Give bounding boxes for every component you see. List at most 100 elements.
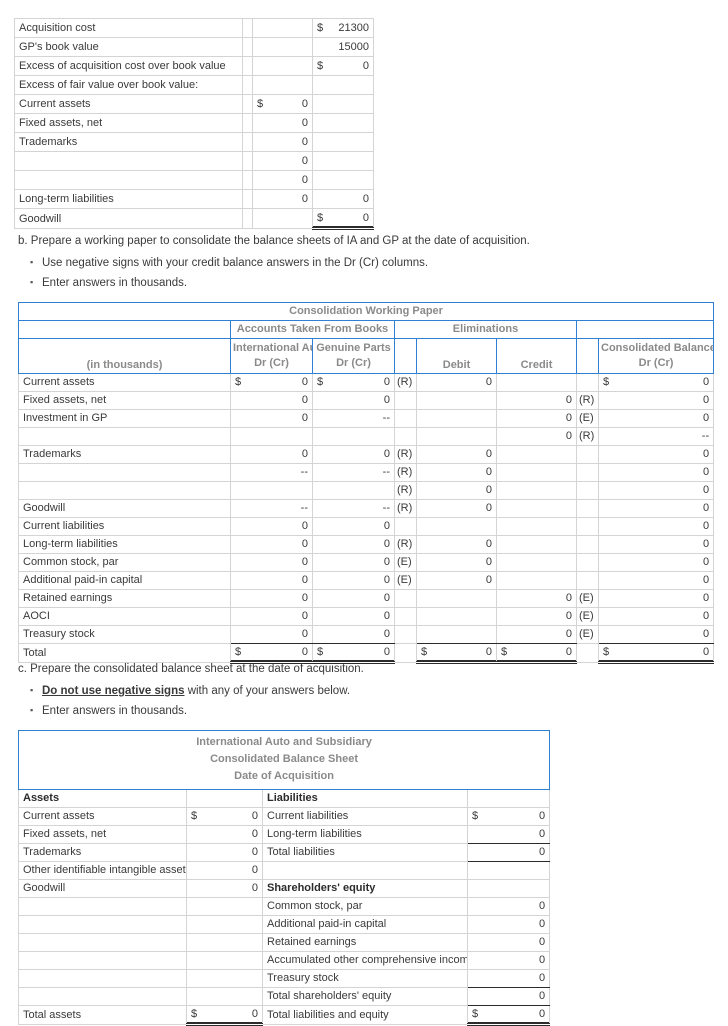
credit-amount [508,553,577,572]
debit-amount [428,427,497,446]
amount-col-2 [312,94,374,114]
debit-key: (R) [394,445,417,464]
ia-currency [230,607,243,626]
liability-label: Total liabilities [262,843,468,862]
credit-key [576,553,599,572]
asset-label [18,915,187,934]
gp-amount: 0 [324,535,395,554]
row-spacer [242,18,253,38]
credit-key [576,499,599,518]
debit-key: (R) [394,499,417,518]
row-label [18,427,231,446]
debit-currency [416,535,429,554]
working-paper-title: Consolidation Working Paper [17,302,715,321]
amount-col-2 [312,170,374,190]
debit-currency [416,517,429,536]
debit-amount: 0 [428,499,497,518]
gp-amount: 0 [324,625,395,644]
cons-amount: 0 [610,535,715,554]
amount-col-1: 0 [252,113,313,133]
debit-amount: 0 [428,481,497,500]
asset-label: Fixed assets, net [18,825,187,844]
gp-currency [312,481,325,500]
ia-currency [230,535,243,554]
amount-col-1 [252,56,313,76]
gp-currency [312,625,325,644]
cons-currency [598,427,611,446]
working-paper-group-row: Accounts Taken From Books Eliminations [18,320,715,339]
row-label: Additional paid-in capital [18,571,231,590]
gp-amount: 0 [324,643,395,664]
asset-amount [200,951,263,970]
asset-currency: $ [186,807,201,826]
credit-amount: 0 [508,607,577,626]
ia-amount [242,481,313,500]
row-spacer [242,75,253,95]
asset-currency [186,879,201,898]
gp-amount: -- [324,499,395,518]
debit-currency [416,373,429,392]
cons-amount: 0 [610,391,715,410]
amount-col-1: $0 [252,94,313,114]
credit-currency: $ [496,643,509,664]
gp-amount [324,427,395,446]
row-label: Long-term liabilities [18,535,231,554]
ia-amount: 0 [242,553,313,572]
ia-currency: $ [230,643,243,664]
asset-amount [200,915,263,934]
gp-currency: $ [312,373,325,392]
part-b-lead: b. Prepare a working paper to consolidat… [18,235,530,247]
asset-currency [186,897,201,916]
ia-currency [230,553,243,572]
row-label: GP's book value [14,37,243,57]
table-row: Trademarks 0 [14,132,374,152]
ia-currency [230,409,243,428]
credit-amount: 0 [508,391,577,410]
credit-amount: 0 [508,589,577,608]
liability-amount: 0 [481,969,551,988]
amount-col-2: 0 [312,189,374,209]
asset-amount [200,969,263,988]
credit-currency [496,409,509,428]
row-label: Total [18,643,231,663]
working-paper-column-row: (in thousands) International Auto Dr (Cr… [18,338,715,374]
gp-amount: 0 [324,571,395,590]
debit-amount: 0 [428,553,497,572]
debit-key [394,607,417,626]
currency-symbol: $ [317,22,324,34]
ia-amount: 0 [242,391,313,410]
ia-currency [230,445,243,464]
table-row: Current assets $0 $0 (R) 0 $0 [18,373,715,392]
debit-key [394,643,417,663]
ia-amount [242,427,313,446]
table-row: Retained earnings 0 [18,933,551,952]
row-label [14,170,243,190]
ia-amount: 0 [242,625,313,644]
row-label: Goodwill [18,499,231,518]
cons-amount: 0 [610,373,715,392]
cons-currency [598,553,611,572]
debit-amount: 0 [428,535,497,554]
cons-currency [598,625,611,644]
liability-amount: 0 [481,825,551,844]
liability-label: Accumulated other comprehensive income [262,951,468,970]
cons-amount: 0 [610,607,715,626]
table-row: 0 [14,170,374,190]
table-row: AOCI 0 0 0 (E) 0 [18,607,715,626]
table-row: Goodwill 0 Shareholders' equity [18,879,551,898]
acquisition-cost-schedule: Acquisition cost $21300 GP's book value 150… [14,18,374,230]
gp-amount: -- [324,463,395,482]
gp-currency [312,517,325,536]
credit-amount [508,373,577,392]
credit-key [576,643,599,663]
credit-key [576,481,599,500]
debit-amount: 0 [428,643,497,664]
gp-currency [312,607,325,626]
ia-amount: -- [242,499,313,518]
debit-key: (R) [394,481,417,500]
gp-amount: 0 [324,553,395,572]
liability-label: Total shareholders' equity [262,987,468,1006]
credit-key: (E) [576,409,599,428]
row-spacer [242,94,253,114]
credit-key [576,463,599,482]
